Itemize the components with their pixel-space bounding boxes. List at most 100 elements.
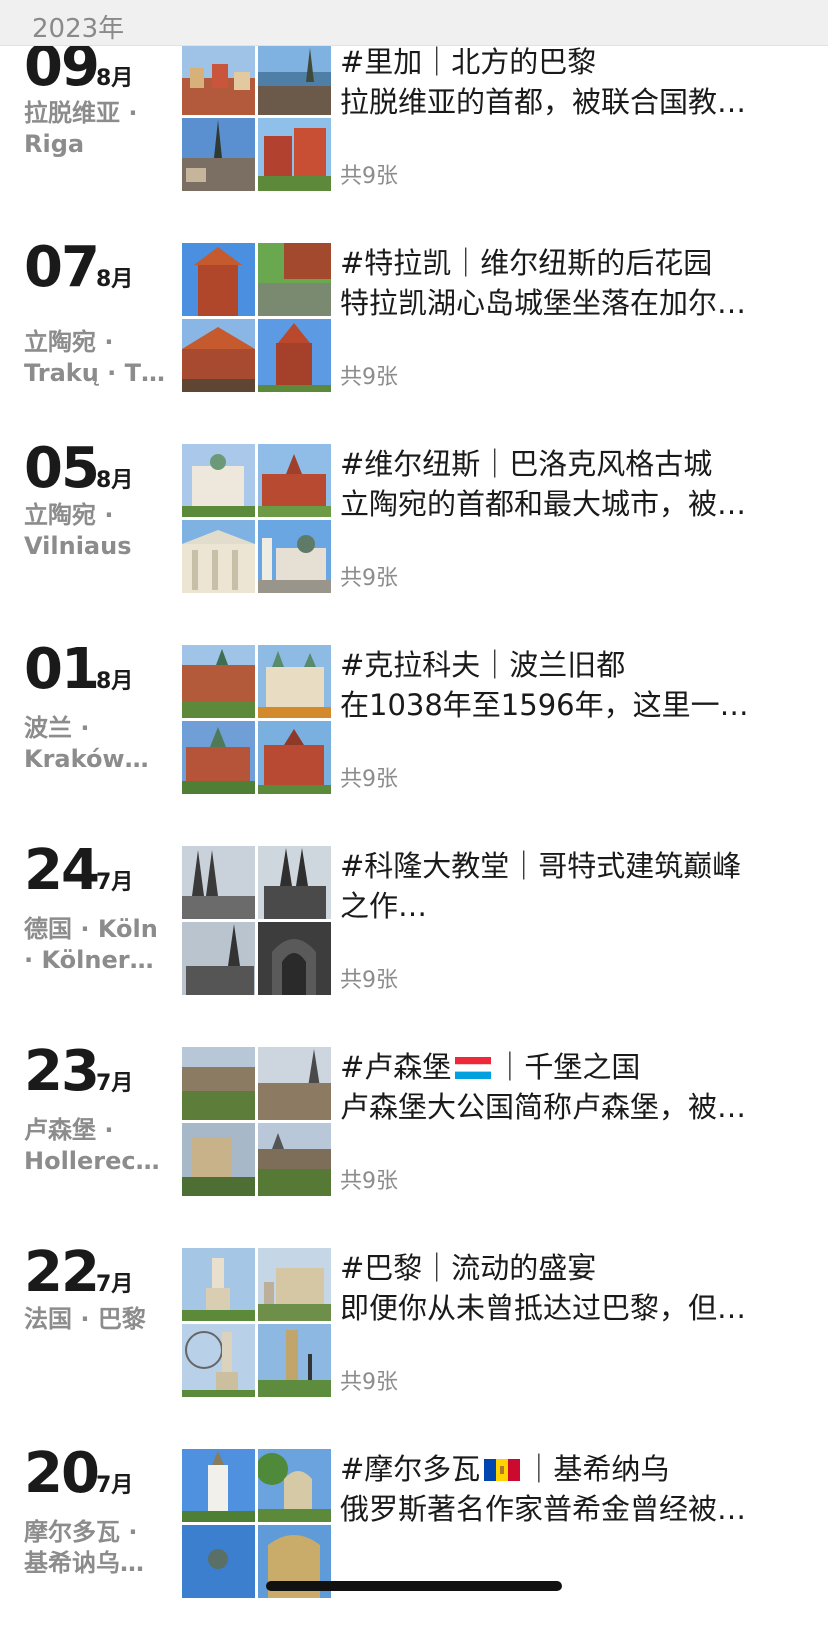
photo-thumbnail[interactable] bbox=[182, 118, 255, 191]
photo-thumbnail[interactable] bbox=[258, 645, 331, 718]
photo-grid[interactable] bbox=[182, 1047, 332, 1197]
photo-thumbnail[interactable] bbox=[258, 319, 331, 392]
photo-thumbnail[interactable] bbox=[258, 118, 331, 191]
photo-thumbnail[interactable] bbox=[182, 319, 255, 392]
post-month: 7月 bbox=[96, 1473, 134, 1498]
home-indicator[interactable] bbox=[266, 1581, 562, 1591]
title-part: ｜基希纳乌 bbox=[524, 1452, 670, 1486]
post-title[interactable]: #克拉科夫｜波兰旧都 bbox=[340, 645, 800, 685]
post-entry-cologne[interactable]: 24 7月 德国 · Köln · Kölner… #科隆大教堂｜哥特式建筑巅峰… bbox=[0, 838, 828, 1046]
post-title[interactable]: #巴黎｜流动的盛宴 bbox=[340, 1248, 800, 1288]
photo-count: 共9张 bbox=[340, 1169, 398, 1194]
post-title[interactable]: #特拉凯｜维尔纽斯的后花园 bbox=[340, 243, 800, 283]
photo-thumbnail[interactable] bbox=[258, 1324, 331, 1397]
photo-thumbnail[interactable] bbox=[182, 1248, 255, 1321]
post-day: 05 bbox=[24, 436, 100, 501]
photo-thumbnail[interactable] bbox=[182, 922, 255, 995]
post-title[interactable]: #里加｜北方的巴黎 bbox=[340, 42, 800, 82]
post-description[interactable]: 拉脱维亚的首都，被联合国教… bbox=[340, 82, 800, 122]
photo-thumbnail[interactable] bbox=[258, 243, 331, 316]
photo-grid[interactable] bbox=[182, 243, 332, 393]
post-description[interactable]: 俄罗斯著名作家普希金曾经被… bbox=[340, 1489, 800, 1529]
title-part: #摩尔多瓦 bbox=[340, 1452, 481, 1486]
post-entry-chisinau[interactable]: 20 7月 摩尔多瓦 · 基希讷乌… #摩尔多瓦 ｜基希纳乌 俄罗斯著名作家普希金… bbox=[0, 1441, 828, 1649]
post-month: 8月 bbox=[96, 468, 134, 493]
post-title[interactable]: #卢森堡 ｜千堡之国 bbox=[340, 1047, 800, 1087]
post-description[interactable]: 特拉凯湖心岛城堡坐落在加尔… bbox=[340, 283, 800, 323]
post-month: 7月 bbox=[96, 1272, 134, 1297]
post-entry-luxembourg[interactable]: 23 7月 卢森堡 · Hollerec… #卢森堡 ｜千堡之国 卢森堡大公国简称… bbox=[0, 1039, 828, 1247]
post-month: 7月 bbox=[96, 1071, 134, 1096]
photo-thumbnail[interactable] bbox=[258, 444, 331, 517]
location-line-2: Vilniaus bbox=[24, 532, 132, 560]
photo-thumbnail[interactable] bbox=[258, 1047, 331, 1120]
location-line-1: 摩尔多瓦 · bbox=[24, 1518, 138, 1546]
title-part: #卢森堡 bbox=[340, 1050, 452, 1084]
post-day: 01 bbox=[24, 637, 100, 702]
post-title[interactable]: #维尔纽斯｜巴洛克风格古城 bbox=[340, 444, 800, 484]
photo-thumbnail[interactable] bbox=[258, 1449, 331, 1522]
photo-thumbnail[interactable] bbox=[258, 922, 331, 995]
post-description[interactable]: 即便你从未曾抵达过巴黎，但… bbox=[340, 1288, 800, 1328]
location-line-2: Trakų · T… bbox=[24, 359, 164, 387]
title-part: ｜千堡之国 bbox=[495, 1050, 641, 1084]
year-label: 2023年 bbox=[32, 14, 125, 44]
post-month: 8月 bbox=[96, 669, 134, 694]
post-entry-riga[interactable]: 09 8月 拉脱维亚 · Riga #里加｜北方的巴黎 拉脱维亚的首都，被联合国… bbox=[0, 34, 828, 242]
post-title[interactable]: #摩尔多瓦 ｜基希纳乌 bbox=[340, 1449, 800, 1489]
location-line-2: Riga bbox=[24, 130, 85, 158]
photo-thumbnail[interactable] bbox=[182, 1525, 255, 1598]
photo-grid[interactable] bbox=[182, 42, 332, 192]
photo-grid[interactable] bbox=[182, 846, 332, 996]
photo-thumbnail[interactable] bbox=[182, 1123, 255, 1196]
photo-grid[interactable] bbox=[182, 444, 332, 594]
photo-thumbnail[interactable] bbox=[182, 243, 255, 316]
photo-thumbnail[interactable] bbox=[258, 1123, 331, 1196]
photo-thumbnail[interactable] bbox=[182, 42, 255, 115]
post-description[interactable]: 之作… bbox=[340, 886, 800, 926]
photo-thumbnail[interactable] bbox=[258, 721, 331, 794]
location-line-2: 基希讷乌… bbox=[24, 1549, 144, 1577]
post-month: 7月 bbox=[96, 870, 134, 895]
photo-thumbnail[interactable] bbox=[258, 1248, 331, 1321]
photo-count: 共9张 bbox=[340, 566, 398, 591]
photo-thumbnail[interactable] bbox=[258, 846, 331, 919]
post-day: 20 bbox=[24, 1441, 100, 1506]
photo-count: 共9张 bbox=[340, 164, 398, 189]
photo-thumbnail[interactable] bbox=[182, 721, 255, 794]
photo-grid[interactable] bbox=[182, 1248, 332, 1398]
photo-grid[interactable] bbox=[182, 645, 332, 795]
post-entry-vilnius[interactable]: 05 8月 立陶宛 · Vilniaus #维尔纽斯｜巴洛克风格古城 立陶宛的首… bbox=[0, 436, 828, 644]
post-description[interactable]: 卢森堡大公国简称卢森堡，被… bbox=[340, 1087, 800, 1127]
year-header: 2023年 bbox=[0, 0, 828, 46]
photo-thumbnail[interactable] bbox=[258, 42, 331, 115]
post-location: 波兰 · Kraków… bbox=[24, 713, 164, 775]
post-description[interactable]: 在1038年至1596年，这里一… bbox=[340, 685, 800, 725]
photo-thumbnail[interactable] bbox=[182, 1449, 255, 1522]
post-entry-paris[interactable]: 22 7月 法国 · 巴黎 #巴黎｜流动的盛宴 即便你从未曾抵达过巴黎，但… 共… bbox=[0, 1240, 828, 1448]
post-entry-krakow[interactable]: 01 8月 波兰 · Kraków… #克拉科夫｜波兰旧都 在1038年至159… bbox=[0, 637, 828, 845]
post-location: 摩尔多瓦 · 基希讷乌… bbox=[24, 1517, 164, 1579]
post-month: 8月 bbox=[96, 66, 134, 91]
photo-thumbnail[interactable] bbox=[182, 846, 255, 919]
photo-thumbnail[interactable] bbox=[258, 520, 331, 593]
location-line-1: 法国 · 巴黎 bbox=[24, 1305, 146, 1333]
post-location: 卢森堡 · Hollerec… bbox=[24, 1115, 164, 1177]
photo-thumbnail[interactable] bbox=[182, 444, 255, 517]
location-line-1: 波兰 · bbox=[24, 714, 90, 742]
post-title[interactable]: #科隆大教堂｜哥特式建筑巅峰 bbox=[340, 846, 800, 886]
photo-thumbnail[interactable] bbox=[182, 645, 255, 718]
location-line-1: 拉脱维亚 · bbox=[24, 99, 138, 127]
post-location: 德国 · Köln · Kölner… bbox=[24, 914, 164, 976]
photo-grid[interactable] bbox=[182, 1449, 332, 1599]
photo-thumbnail[interactable] bbox=[182, 1047, 255, 1120]
post-entry-trakai[interactable]: 07 8月 立陶宛 · Trakų · T… #特拉凯｜维尔纽斯的后花园 特拉凯… bbox=[0, 235, 828, 443]
post-day: 07 bbox=[24, 235, 100, 300]
location-line-1: 立陶宛 · bbox=[24, 501, 114, 529]
photo-thumbnail[interactable] bbox=[182, 520, 255, 593]
photo-thumbnail[interactable] bbox=[182, 1324, 255, 1397]
photo-count: 共9张 bbox=[340, 365, 398, 390]
flag-luxembourg-icon bbox=[455, 1057, 492, 1079]
location-line-1: 德国 · Köln bbox=[24, 915, 158, 943]
post-description[interactable]: 立陶宛的首都和最大城市，被… bbox=[340, 484, 800, 524]
